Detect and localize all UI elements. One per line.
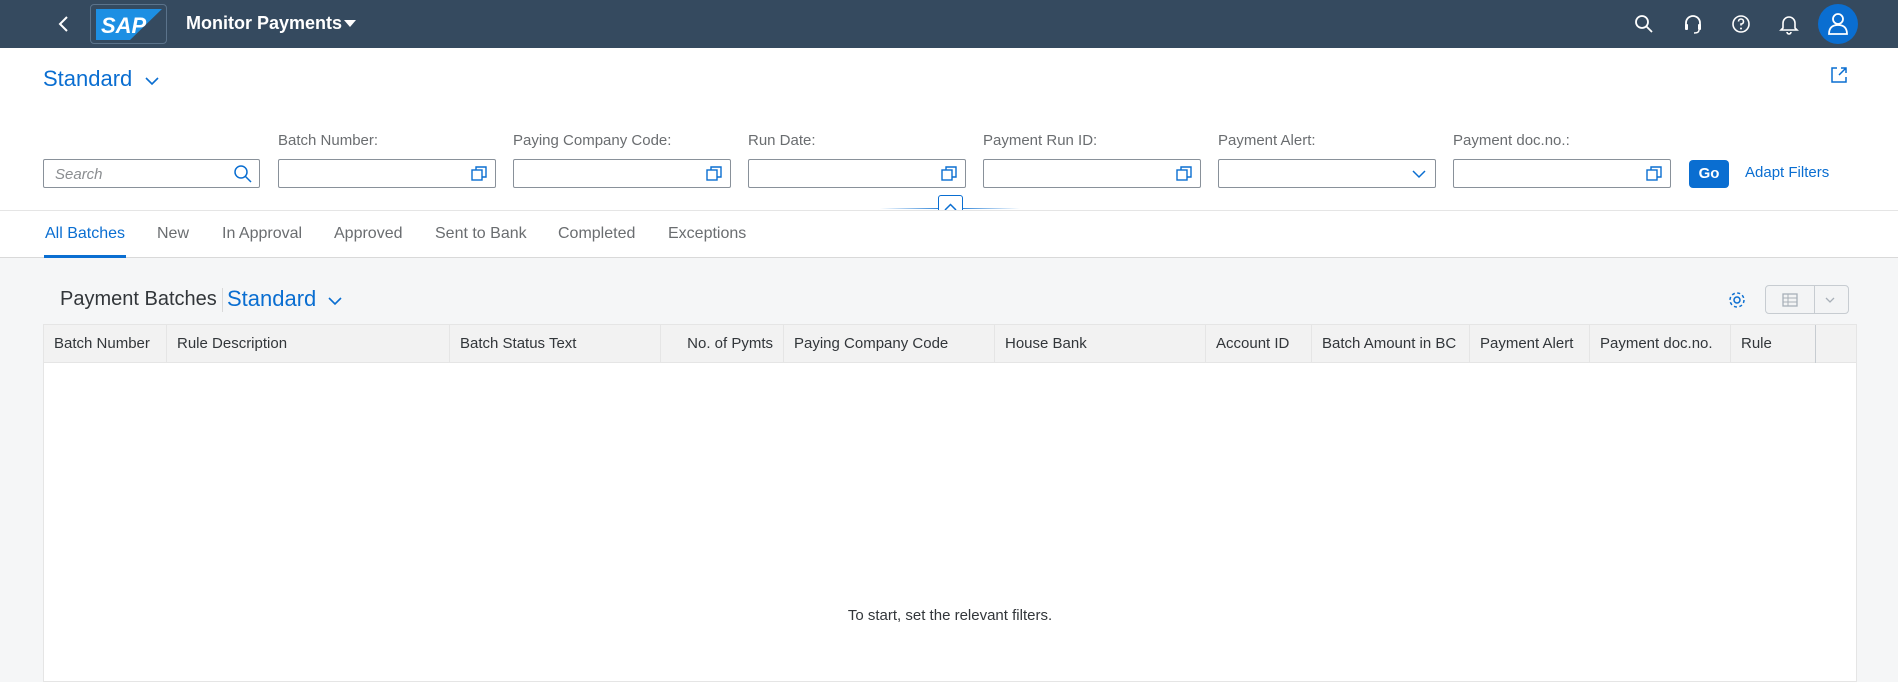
search-icon[interactable] <box>1632 12 1656 36</box>
table-variant-selector[interactable]: Standard <box>227 286 316 312</box>
value-help-icon[interactable] <box>938 163 960 185</box>
chevron-down-icon[interactable] <box>1408 163 1430 185</box>
empty-state-text: To start, set the relevant filters. <box>847 607 1053 624</box>
column-header[interactable]: Payment doc.no. <box>1590 325 1731 363</box>
payment-doc-no-field[interactable] <box>1453 159 1671 188</box>
search-placeholder: Search <box>55 166 103 183</box>
help-icon[interactable] <box>1729 12 1753 36</box>
value-help-icon[interactable] <box>1173 163 1195 185</box>
column-header[interactable]: House Bank <box>995 325 1206 363</box>
payment-alert-label: Payment Alert: <box>1218 132 1316 149</box>
adapt-filters-button[interactable]: Adapt Filters <box>1745 164 1829 181</box>
batch-number-label: Batch Number: <box>278 132 379 149</box>
export-divider <box>1814 286 1815 313</box>
tab-new[interactable]: New <box>157 225 189 243</box>
value-help-icon[interactable] <box>703 163 725 185</box>
search-icon[interactable] <box>232 163 254 185</box>
paying-company-code-label: Paying Company Code: <box>513 132 672 149</box>
filter-header: Standard Search Batch Number: Paying Com… <box>0 48 1898 220</box>
gear-icon[interactable] <box>1726 289 1748 311</box>
variant-selector[interactable]: Standard <box>43 66 132 92</box>
table-title: Payment Batches <box>60 288 217 310</box>
payment-run-id-label: Payment Run ID: <box>983 132 1098 149</box>
run-date-label: Run Date: <box>748 132 816 149</box>
chevron-down-icon[interactable] <box>143 72 161 90</box>
column-header[interactable]: No. of Pymts <box>661 325 784 363</box>
spreadsheet-icon <box>1782 293 1798 307</box>
sap-logo-text: SAP <box>101 13 147 38</box>
go-button[interactable]: Go <box>1689 160 1729 188</box>
search-input[interactable]: Search <box>43 159 260 188</box>
payment-batches-table: Batch Number Rule Description Batch Stat… <box>43 324 1857 682</box>
app-title[interactable]: Monitor Payments <box>186 13 342 34</box>
run-date-field[interactable] <box>748 159 966 188</box>
column-header[interactable]: Paying Company Code <box>784 325 995 363</box>
tab-approved[interactable]: Approved <box>334 225 403 243</box>
headset-icon[interactable] <box>1681 12 1705 36</box>
column-header[interactable]: Batch Amount in BC <box>1312 325 1470 363</box>
tab-exceptions[interactable]: Exceptions <box>668 225 746 243</box>
column-header[interactable]: Batch Number <box>44 325 167 363</box>
user-avatar[interactable] <box>1818 4 1858 44</box>
active-tab-indicator <box>44 255 126 258</box>
sap-logo[interactable]: SAP <box>90 4 167 44</box>
tab-bar: All Batches New In Approval Approved Sen… <box>0 210 1898 258</box>
shell-bar: SAP Monitor Payments <box>0 0 1898 48</box>
column-header[interactable]: Payment Alert <box>1470 325 1590 363</box>
batch-number-field[interactable] <box>278 159 496 188</box>
back-icon[interactable] <box>52 12 76 36</box>
chevron-down-icon[interactable] <box>1822 292 1838 308</box>
bell-icon[interactable] <box>1777 12 1801 36</box>
tab-sent-to-bank[interactable]: Sent to Bank <box>435 225 527 243</box>
tab-in-approval[interactable]: In Approval <box>222 225 302 243</box>
column-header[interactable]: Rule <box>1731 325 1816 363</box>
tab-all-batches[interactable]: All Batches <box>45 225 125 243</box>
user-icon <box>1828 13 1848 35</box>
payment-doc-no-label: Payment doc.no.: <box>1453 132 1570 149</box>
value-help-icon[interactable] <box>468 163 490 185</box>
payment-run-id-field[interactable] <box>983 159 1201 188</box>
toolbar-separator <box>222 288 223 312</box>
app-title-caret-icon[interactable] <box>344 20 356 27</box>
table-header: Batch Number Rule Description Batch Stat… <box>44 325 1856 363</box>
tab-completed[interactable]: Completed <box>558 225 635 243</box>
chevron-down-icon[interactable] <box>326 292 344 310</box>
column-header[interactable]: Batch Status Text <box>450 325 661 363</box>
export-button[interactable] <box>1765 285 1849 314</box>
value-help-icon[interactable] <box>1643 163 1665 185</box>
column-header[interactable]: Rule Description <box>167 325 450 363</box>
paying-company-code-field[interactable] <box>513 159 731 188</box>
share-icon[interactable] <box>1828 64 1850 86</box>
payment-alert-select[interactable] <box>1218 159 1436 188</box>
column-header[interactable]: Account ID <box>1206 325 1312 363</box>
